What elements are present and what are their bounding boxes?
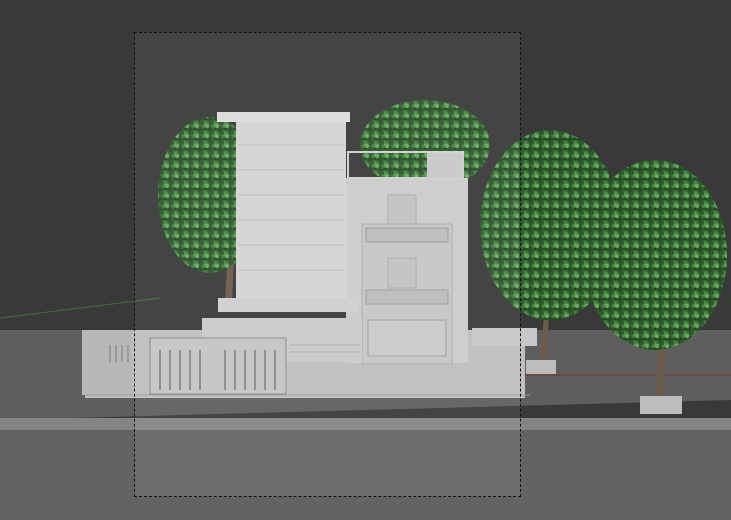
- 3d-viewport[interactable]: [0, 0, 731, 520]
- camera-frame[interactable]: [134, 32, 521, 497]
